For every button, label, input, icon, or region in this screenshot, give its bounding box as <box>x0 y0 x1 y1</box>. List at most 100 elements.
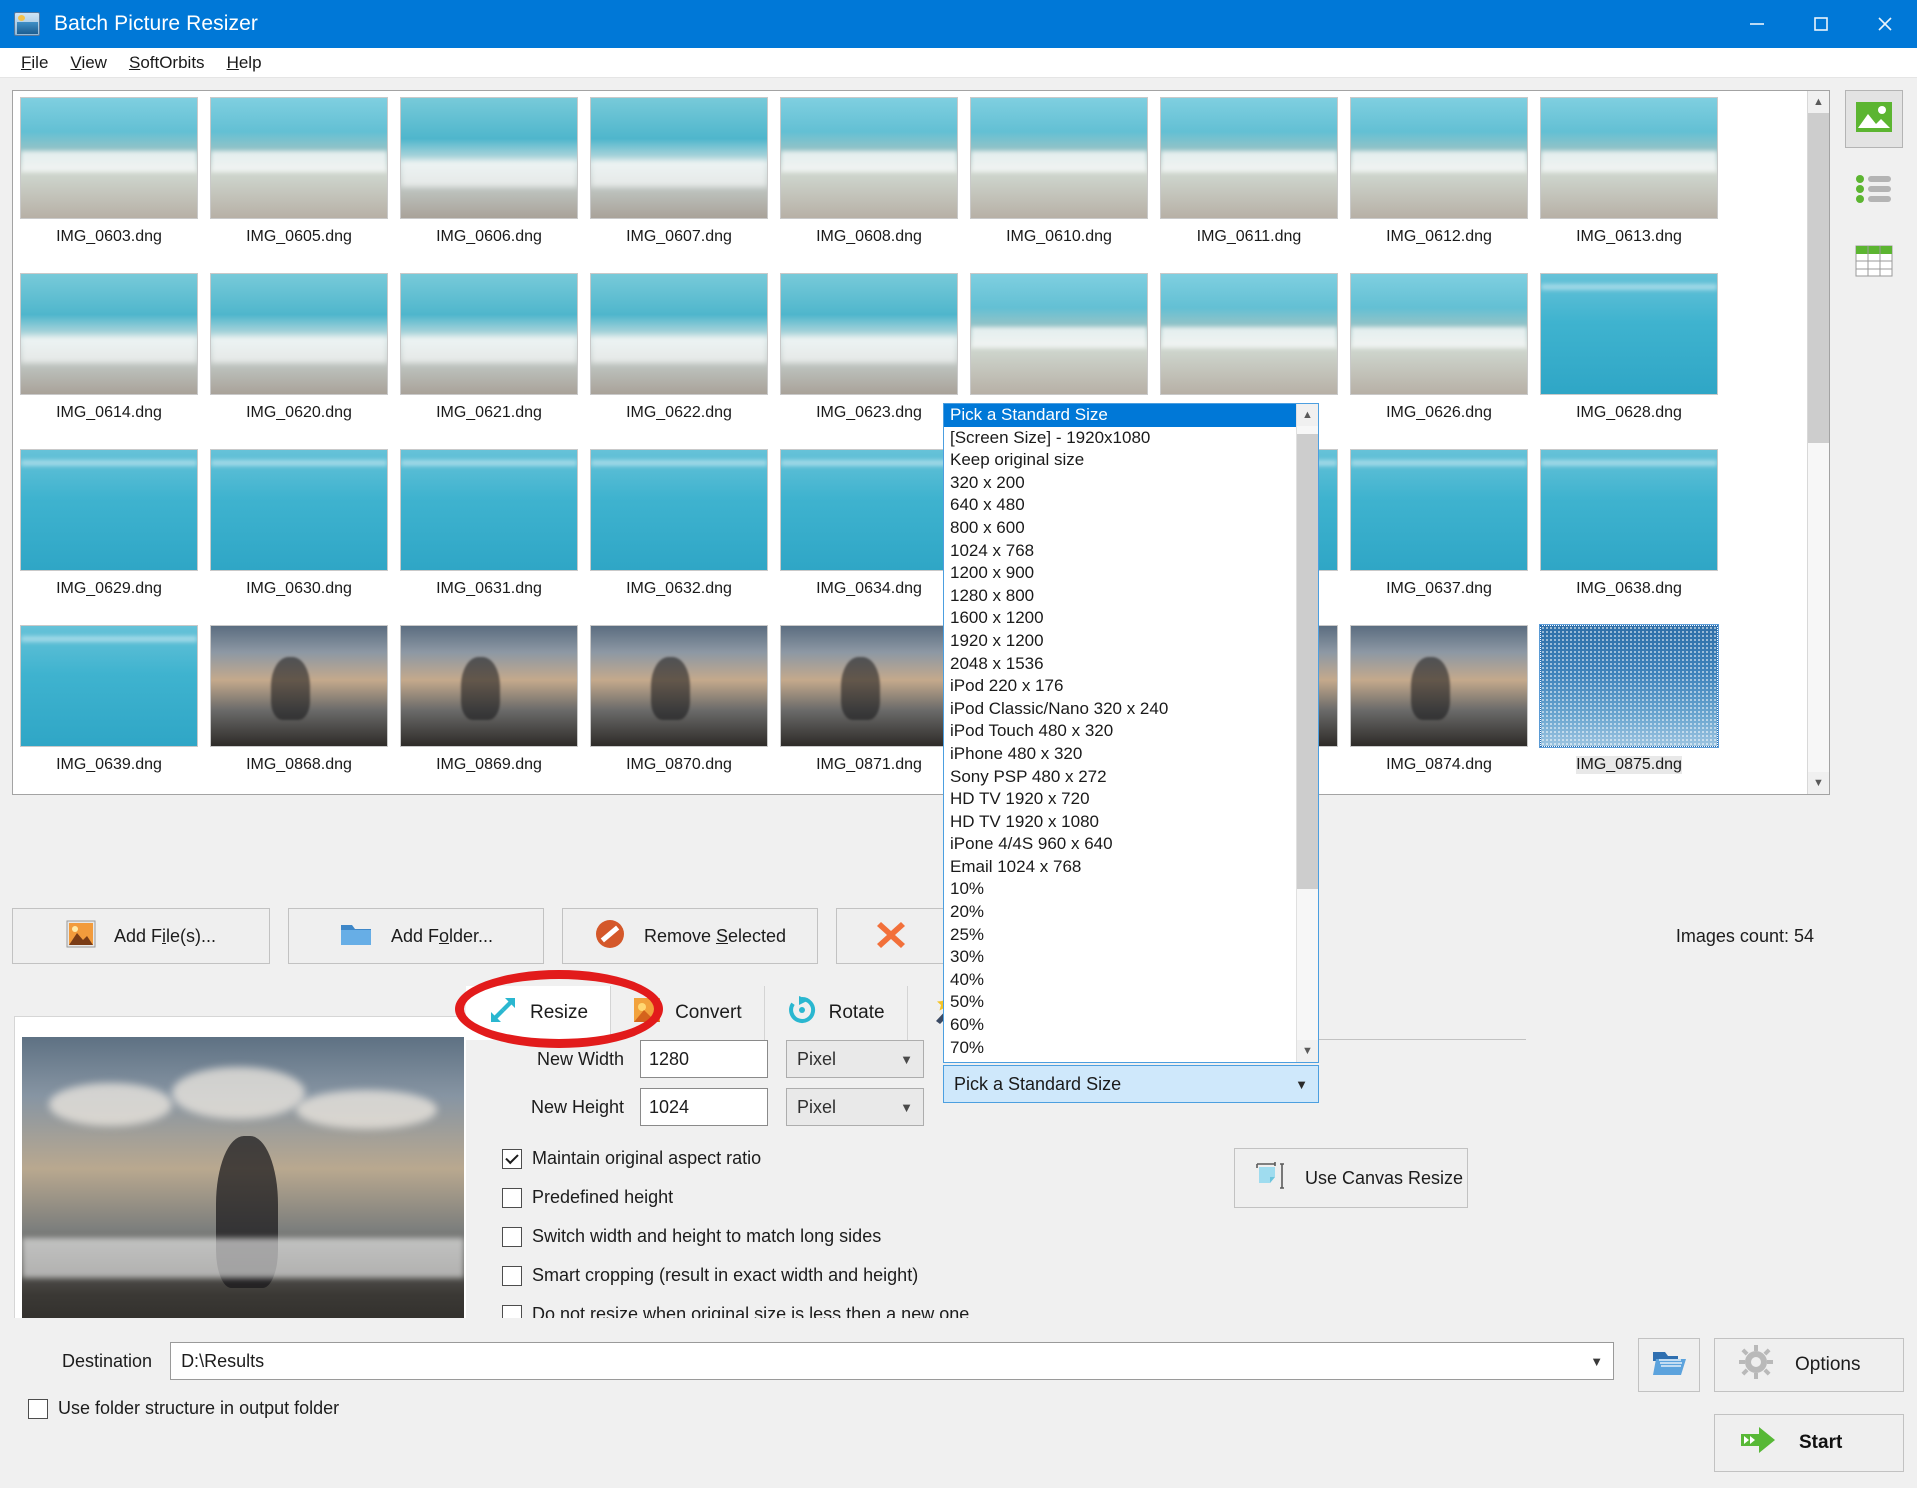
standard-size-option[interactable]: iPod 220 x 176 <box>944 675 1296 698</box>
standard-size-option[interactable]: 30% <box>944 946 1296 969</box>
menu-item-softorbits[interactable]: SoftOrbits <box>118 50 216 76</box>
thumbnail-item[interactable]: IMG_0613.dng <box>1535 93 1723 269</box>
thumbnail-item[interactable]: IMG_0870.dng <box>585 621 773 794</box>
thumbnail-item[interactable]: IMG_0631.dng <box>395 445 583 621</box>
dropdown-scroll-up-icon[interactable]: ▲ <box>1297 404 1318 426</box>
dropdown-scroll-thumb[interactable] <box>1297 434 1318 889</box>
width-unit-select[interactable]: Pixel ▼ <box>786 1040 924 1078</box>
standard-size-option[interactable]: 2048 x 1536 <box>944 653 1296 676</box>
standard-size-options-list[interactable]: Pick a Standard Size [Screen Size] - 1920… <box>943 403 1319 1063</box>
standard-size-option[interactable]: 10% <box>944 878 1296 901</box>
standard-size-option[interactable]: 80% <box>944 1059 1296 1062</box>
tab-rotate[interactable]: Rotate <box>764 986 908 1040</box>
standard-size-option[interactable]: 70% <box>944 1037 1296 1060</box>
thumbnail-view-button[interactable] <box>1845 90 1903 148</box>
standard-size-option[interactable]: iPone 4/4S 960 x 640 <box>944 833 1296 856</box>
standard-size-option[interactable]: Email 1024 x 768 <box>944 856 1296 879</box>
thumbnail-item[interactable]: IMG_0606.dng <box>395 93 583 269</box>
scroll-track[interactable] <box>1808 113 1829 772</box>
standard-size-combo-field[interactable]: Pick a Standard Size ▼ <box>943 1065 1319 1103</box>
thumbnail-item[interactable]: IMG_0626.dng <box>1345 269 1533 445</box>
clear-all-button[interactable] <box>836 908 946 964</box>
menu-item-file[interactable]: File <box>10 50 59 76</box>
thumbnail-item[interactable]: IMG_0608.dng <box>775 93 963 269</box>
minimize-button[interactable] <box>1725 0 1789 48</box>
thumbnail-item[interactable]: IMG_0639.dng <box>15 621 203 794</box>
tab-resize[interactable]: Resize <box>466 986 612 1040</box>
standard-size-option[interactable]: 1280 x 800 <box>944 585 1296 608</box>
thumbnail-item[interactable]: IMG_0603.dng <box>15 93 203 269</box>
thumbnail-item[interactable]: IMG_0605.dng <box>205 93 393 269</box>
scroll-thumb[interactable] <box>1808 113 1829 443</box>
thumbnail-item[interactable]: IMG_0612.dng <box>1345 93 1533 269</box>
standard-size-option[interactable]: iPod Touch 480 x 320 <box>944 720 1296 743</box>
thumbnail-item[interactable]: IMG_0607.dng <box>585 93 773 269</box>
standard-size-option[interactable]: 1920 x 1200 <box>944 630 1296 653</box>
standard-size-option[interactable]: 1024 x 768 <box>944 540 1296 563</box>
resize-checkbox[interactable] <box>502 1226 522 1247</box>
maximize-button[interactable] <box>1789 0 1853 48</box>
resize-checkbox-row[interactable]: Smart cropping (result in exact width an… <box>502 1265 1526 1286</box>
thumbnail-item[interactable]: IMG_0610.dng <box>965 93 1153 269</box>
standard-size-option[interactable]: 800 x 600 <box>944 517 1296 540</box>
standard-size-option[interactable]: HD TV 1920 x 720 <box>944 788 1296 811</box>
thumbnail-item[interactable]: IMG_0623.dng <box>775 269 963 445</box>
thumbnail-item[interactable]: IMG_0869.dng <box>395 621 583 794</box>
resize-checkbox[interactable] <box>502 1187 522 1208</box>
thumbnail-item[interactable]: IMG_0637.dng <box>1345 445 1533 621</box>
thumbnail-item[interactable]: IMG_0611.dng <box>1155 93 1343 269</box>
browse-destination-button[interactable] <box>1638 1338 1700 1392</box>
thumbnail-item[interactable]: IMG_0875.dng <box>1535 621 1723 794</box>
thumbnail-item[interactable]: IMG_0874.dng <box>1345 621 1533 794</box>
thumbnail-item[interactable]: IMG_0638.dng <box>1535 445 1723 621</box>
standard-size-option[interactable]: Keep original size <box>944 449 1296 472</box>
remove-selected-button[interactable]: Remove Selected <box>562 908 818 964</box>
use-folder-structure-checkbox[interactable] <box>28 1398 48 1419</box>
standard-size-option[interactable]: 40% <box>944 969 1296 992</box>
standard-size-option[interactable]: iPhone 480 x 320 <box>944 743 1296 766</box>
add-files-button[interactable]: Add File(s)... <box>12 908 270 964</box>
resize-checkbox[interactable] <box>502 1265 522 1286</box>
new-height-input[interactable] <box>640 1088 768 1126</box>
destination-input[interactable]: D:\Results ▼ <box>170 1342 1615 1380</box>
thumbnail-scroll-area[interactable]: IMG_0603.dng IMG_0605.dng IMG_0606.dng IMG_… <box>13 91 1807 794</box>
thumbnail-item[interactable]: IMG_0871.dng <box>775 621 963 794</box>
standard-size-option[interactable]: Pick a Standard Size <box>944 404 1296 427</box>
standard-size-option[interactable]: 60% <box>944 1014 1296 1037</box>
standard-size-option[interactable]: 640 x 480 <box>944 494 1296 517</box>
thumbnail-item[interactable]: IMG_0614.dng <box>15 269 203 445</box>
standard-size-option[interactable]: 20% <box>944 901 1296 924</box>
standard-size-option[interactable]: 320 x 200 <box>944 472 1296 495</box>
chevron-down-icon[interactable]: ▼ <box>1590 1354 1603 1369</box>
thumbnail-item[interactable]: IMG_0628.dng <box>1535 269 1723 445</box>
standard-size-option[interactable]: 1600 x 1200 <box>944 607 1296 630</box>
new-width-input[interactable] <box>640 1040 768 1078</box>
dropdown-scrollbar[interactable]: ▲ ▼ <box>1296 404 1318 1062</box>
thumbnail-item[interactable]: IMG_0621.dng <box>395 269 583 445</box>
menu-item-help[interactable]: Help <box>216 50 273 76</box>
start-button[interactable]: Start <box>1714 1414 1904 1472</box>
standard-size-option[interactable]: 1200 x 900 <box>944 562 1296 585</box>
scroll-up-icon[interactable]: ▲ <box>1808 91 1829 113</box>
use-folder-structure-row[interactable]: Use folder structure in output folder <box>28 1398 339 1419</box>
use-canvas-resize-button[interactable]: Use Canvas Resize <box>1234 1148 1468 1208</box>
height-unit-select[interactable]: Pixel ▼ <box>786 1088 924 1126</box>
dropdown-scroll-track[interactable] <box>1297 426 1318 1040</box>
standard-size-option[interactable]: HD TV 1920 x 1080 <box>944 811 1296 834</box>
dropdown-scroll-down-icon[interactable]: ▼ <box>1297 1040 1318 1062</box>
thumbnail-item[interactable]: IMG_0630.dng <box>205 445 393 621</box>
resize-checkbox-row[interactable]: Switch width and height to match long si… <box>502 1226 1526 1247</box>
add-folder-button[interactable]: Add Folder... <box>288 908 544 964</box>
details-view-button[interactable] <box>1845 234 1903 292</box>
scroll-down-icon[interactable]: ▼ <box>1808 772 1829 794</box>
thumbnail-item[interactable]: IMG_0620.dng <box>205 269 393 445</box>
standard-size-option[interactable]: 25% <box>944 924 1296 947</box>
options-button[interactable]: Options <box>1714 1338 1904 1392</box>
thumbnail-item[interactable]: IMG_0622.dng <box>585 269 773 445</box>
thumbnail-item[interactable]: IMG_0634.dng <box>775 445 963 621</box>
standard-size-option[interactable]: 50% <box>944 991 1296 1014</box>
list-view-button[interactable] <box>1845 162 1903 220</box>
standard-size-option[interactable]: [Screen Size] - 1920x1080 <box>944 427 1296 450</box>
close-button[interactable] <box>1853 0 1917 48</box>
menu-item-view[interactable]: View <box>59 50 118 76</box>
